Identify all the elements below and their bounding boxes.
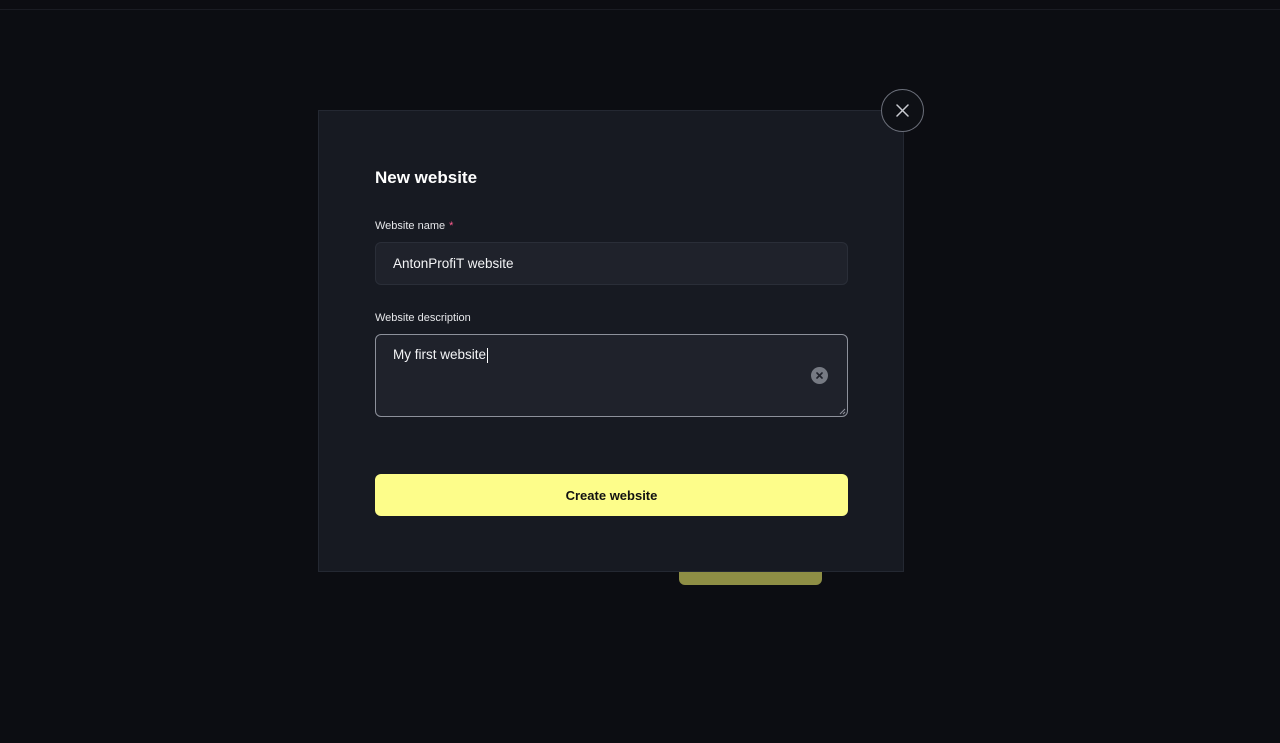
website-name-label-text: Website name [375, 220, 446, 232]
create-website-button[interactable]: Create website [375, 474, 848, 516]
close-modal-button[interactable] [881, 89, 924, 132]
website-description-label: Website description [375, 312, 471, 324]
resize-handle-icon[interactable] [838, 407, 846, 415]
close-icon [896, 104, 909, 117]
website-name-label: Website name * [375, 220, 453, 232]
text-caret [487, 347, 489, 363]
website-description-textarea[interactable]: My first website [375, 334, 848, 417]
page: New website Website name * AntonProfiT we… [0, 0, 1280, 743]
website-name-input[interactable]: AntonProfiT website [375, 242, 848, 285]
top-bar [0, 0, 1280, 10]
clear-x-glyph [816, 372, 823, 379]
clear-input-icon[interactable] [811, 367, 828, 384]
new-website-modal: New website Website name * AntonProfiT we… [318, 110, 904, 572]
modal-title: New website [375, 168, 478, 187]
website-name-value: AntonProfiT website [393, 256, 514, 271]
website-description-value: My first website [393, 347, 487, 362]
required-marker: * [449, 220, 454, 232]
